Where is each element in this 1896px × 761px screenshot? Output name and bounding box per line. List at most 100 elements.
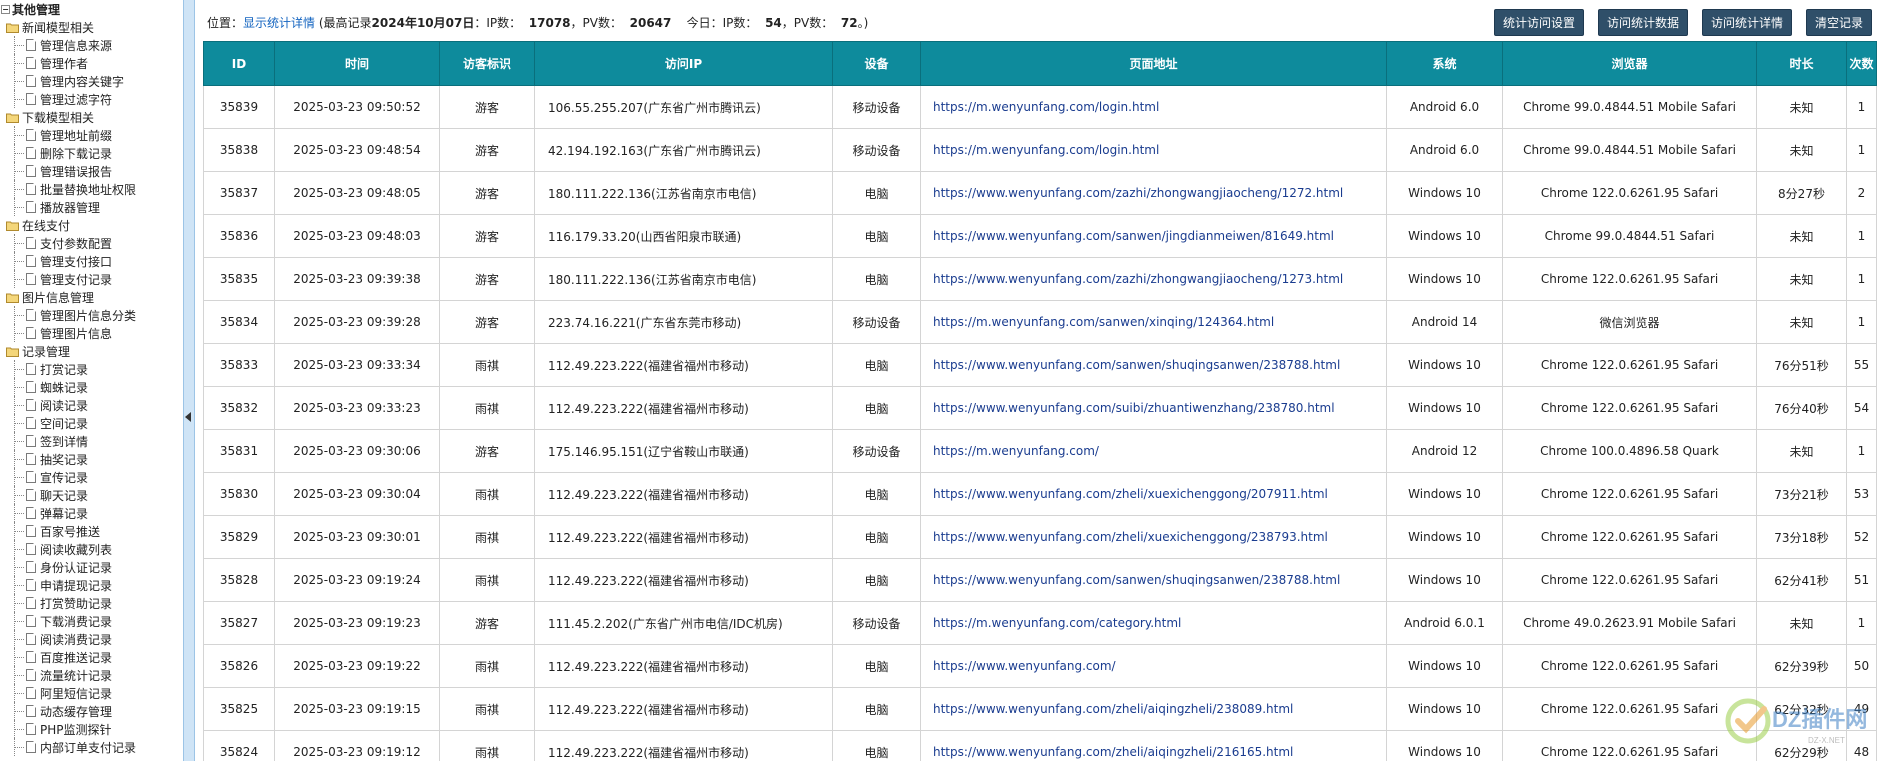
column-header[interactable]: 访问IP xyxy=(534,41,833,86)
tree-group[interactable]: 下载模型相关 xyxy=(0,108,183,126)
tree-item[interactable]: 签到详情 xyxy=(0,432,183,450)
page-icon xyxy=(26,633,36,645)
ip-cell: 223.74.16.221(广东省东莞市移动) xyxy=(534,300,833,344)
tree-item[interactable]: 打赏赞助记录 xyxy=(0,594,183,612)
location-breadcrumb: 位置：显示统计详情 (最高记录2024年10月07日：IP数： 17078，PV… xyxy=(207,14,868,31)
tree-item[interactable]: 聊天记录 xyxy=(0,486,183,504)
clear-records-button[interactable]: 清空记录 xyxy=(1805,9,1872,36)
collapse-arrow-icon[interactable] xyxy=(185,412,191,422)
tree-item[interactable]: 阅读收藏列表 xyxy=(0,540,183,558)
tree-item[interactable]: 弹幕记录 xyxy=(0,504,183,522)
page-url-link[interactable]: https://www.wenyunfang.com/sanwen/shuqin… xyxy=(933,573,1340,587)
tree-item[interactable]: 管理支付记录 xyxy=(0,270,183,288)
tree-item[interactable]: 管理错误报告 xyxy=(0,162,183,180)
tree-item[interactable]: 身份认证记录 xyxy=(0,558,183,576)
page-url-link[interactable]: https://www.wenyunfang.com/zazhi/zhongwa… xyxy=(933,186,1343,200)
page-url-link[interactable]: https://www.wenyunfang.com/sanwen/jingdi… xyxy=(933,229,1334,243)
column-header[interactable]: 次数 xyxy=(1846,41,1877,86)
column-header[interactable]: 页面地址 xyxy=(920,41,1387,86)
tree-item[interactable]: 蜘蛛记录 xyxy=(0,378,183,396)
browser-cell: Chrome 122.0.6261.95 Safari xyxy=(1502,730,1757,761)
visit-data-button[interactable]: 访问统计数据 xyxy=(1597,9,1688,36)
tree-item[interactable]: 管理过滤字符 xyxy=(0,90,183,108)
column-header[interactable]: 系统 xyxy=(1386,41,1503,86)
page-url-link[interactable]: https://www.wenyunfang.com/zheli/aiqingz… xyxy=(933,702,1293,716)
device-cell: 电脑 xyxy=(832,687,921,731)
page-url-link[interactable]: https://m.wenyunfang.com/sanwen/xinqing/… xyxy=(933,315,1274,329)
folder-icon xyxy=(6,347,19,357)
tree-item[interactable]: 播放器管理 xyxy=(0,198,183,216)
page-url-link[interactable]: https://m.wenyunfang.com/login.html xyxy=(933,143,1159,157)
tree-item[interactable]: 流量统计记录 xyxy=(0,666,183,684)
page-url-link[interactable]: https://www.wenyunfang.com/zheli/xuexich… xyxy=(933,487,1328,501)
page-url-link[interactable]: https://www.wenyunfang.com/zheli/aiqingz… xyxy=(933,745,1293,759)
device-cell: 移动设备 xyxy=(832,601,921,645)
duration-cell: 62分32秒 xyxy=(1756,687,1847,731)
visit-details-button[interactable]: 访问统计详情 xyxy=(1701,9,1792,36)
tree-item[interactable]: 内部订单支付记录 xyxy=(0,738,183,756)
duration-cell: 62分29秒 xyxy=(1756,730,1847,761)
os-cell: Windows 10 xyxy=(1386,214,1503,258)
column-header[interactable]: 浏览器 xyxy=(1502,41,1757,86)
tree-group[interactable]: 图片信息管理 xyxy=(0,288,183,306)
ip-cell: 175.146.95.151(辽宁省鞍山市联通) xyxy=(534,429,833,473)
time-cell: 2025-03-23 09:39:38 xyxy=(274,257,440,301)
tree-item[interactable]: 管理地址前缀 xyxy=(0,126,183,144)
page-url-link[interactable]: https://www.wenyunfang.com/zheli/xuexich… xyxy=(933,530,1328,544)
tree-item[interactable]: 阿里短信记录 xyxy=(0,684,183,702)
page-url-link[interactable]: https://m.wenyunfang.com/category.html xyxy=(933,616,1181,630)
show-stats-link[interactable]: 显示统计详情 xyxy=(243,16,315,30)
ip-cell: 42.194.192.163(广东省广州市腾讯云) xyxy=(534,128,833,172)
tree-item[interactable]: 动态缓存管理 xyxy=(0,702,183,720)
tree-item[interactable]: 阅读消费记录 xyxy=(0,630,183,648)
tree-item-label: 蜘蛛记录 xyxy=(40,380,89,395)
tree-root[interactable]: − 其他管理 xyxy=(0,0,183,18)
tree-item[interactable]: 申请提现记录 xyxy=(0,576,183,594)
tree-item[interactable]: 管理支付接口 xyxy=(0,252,183,270)
tree-item[interactable]: PHP监测探针 xyxy=(0,720,183,738)
visit-settings-button[interactable]: 统计访问设置 xyxy=(1493,9,1584,36)
tree-item[interactable]: 管理信息来源 xyxy=(0,36,183,54)
tree-groups: 新闻模型相关 管理信息来源 管理作者 管理内容关键字 管理过滤字符 下载模型相关 管理地址前… xyxy=(0,18,183,756)
page-icon xyxy=(26,507,36,519)
tree-item[interactable]: 百度推送记录 xyxy=(0,648,183,666)
table-row: 35833 2025-03-23 09:33:34 雨祺 112.49.223.222… xyxy=(203,343,1877,387)
tree-item[interactable]: 管理图片信息分类 xyxy=(0,306,183,324)
tree-item[interactable]: 百家号推送 xyxy=(0,522,183,540)
tree-item[interactable]: 管理作者 xyxy=(0,54,183,72)
page-url-link[interactable]: https://m.wenyunfang.com/ xyxy=(933,444,1099,458)
column-header[interactable]: 访客标识 xyxy=(439,41,535,86)
page-url-link[interactable]: https://www.wenyunfang.com/zazhi/zhongwa… xyxy=(933,272,1343,286)
tree-item[interactable]: 下载消费记录 xyxy=(0,612,183,630)
frame-splitter[interactable] xyxy=(183,0,195,761)
browser-cell: Chrome 100.0.4896.58 Quark xyxy=(1502,429,1757,473)
page-url-link[interactable]: https://www.wenyunfang.com/suibi/zhuanti… xyxy=(933,401,1335,415)
tree-item[interactable]: 批量替换地址权限 xyxy=(0,180,183,198)
tree-item[interactable]: 管理图片信息 xyxy=(0,324,183,342)
nav-tree: − 其他管理 新闻模型相关 管理信息来源 管理作者 管理内容关键字 管理过滤字符 下载模型… xyxy=(0,0,183,761)
tree-item[interactable]: 抽奖记录 xyxy=(0,450,183,468)
page-icon xyxy=(26,183,36,195)
tree-group[interactable]: 记录管理 xyxy=(0,342,183,360)
device-cell: 电脑 xyxy=(832,730,921,761)
expander-icon[interactable]: − xyxy=(1,4,10,14)
tree-item[interactable]: 删除下载记录 xyxy=(0,144,183,162)
tree-item[interactable]: 阅读记录 xyxy=(0,396,183,414)
tree-group[interactable]: 新闻模型相关 xyxy=(0,18,183,36)
tree-item[interactable]: 支付参数配置 xyxy=(0,234,183,252)
tree-item-label: 阅读消费记录 xyxy=(40,632,113,647)
tree-item[interactable]: 管理内容关键字 xyxy=(0,72,183,90)
page-url-link[interactable]: https://m.wenyunfang.com/login.html xyxy=(933,100,1159,114)
tree-item[interactable]: 空间记录 xyxy=(0,414,183,432)
tree-item[interactable]: 打赏记录 xyxy=(0,360,183,378)
id-cell: 35826 xyxy=(203,644,275,688)
tree-group[interactable]: 在线支付 xyxy=(0,216,183,234)
column-header[interactable]: ID xyxy=(203,41,275,86)
column-header[interactable]: 设备 xyxy=(832,41,921,86)
tree-item[interactable]: 宣传记录 xyxy=(0,468,183,486)
page-url-link[interactable]: https://www.wenyunfang.com/ xyxy=(933,659,1116,673)
column-header[interactable]: 时间 xyxy=(274,41,440,86)
device-cell: 移动设备 xyxy=(832,128,921,172)
column-header[interactable]: 时长 xyxy=(1756,41,1847,86)
page-url-link[interactable]: https://www.wenyunfang.com/sanwen/shuqin… xyxy=(933,358,1340,372)
